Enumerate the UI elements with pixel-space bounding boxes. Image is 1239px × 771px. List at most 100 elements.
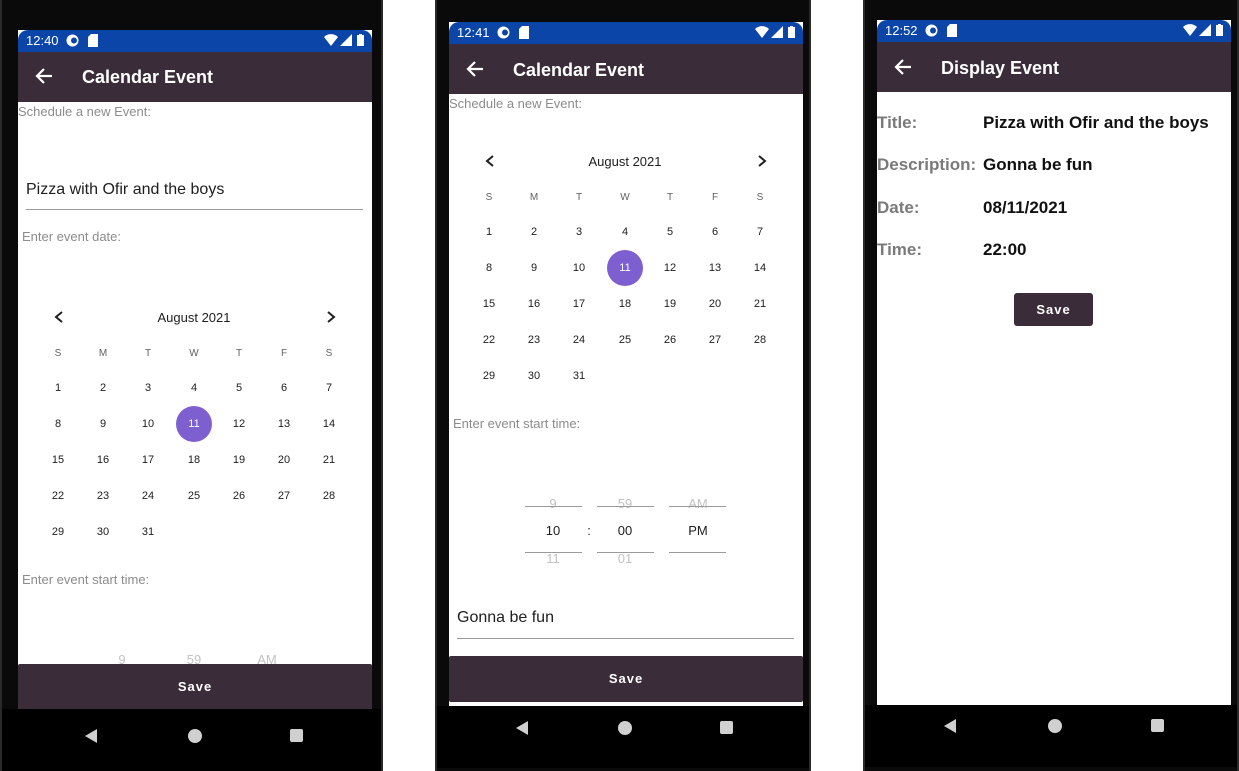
ampm-line-bottom bbox=[669, 552, 726, 553]
calendar-day[interactable]: 21 bbox=[311, 442, 347, 478]
calendar-day[interactable]: 9 bbox=[85, 406, 121, 442]
phone-2: 12:41 Calendar Event Schedule a new Even… bbox=[435, 0, 811, 771]
calendar-day[interactable]: 17 bbox=[561, 286, 597, 322]
nav-back-icon[interactable] bbox=[944, 719, 956, 733]
calendar-day[interactable]: 30 bbox=[85, 514, 121, 550]
calendar-day[interactable]: 20 bbox=[697, 286, 733, 322]
calendar-day[interactable]: 7 bbox=[742, 214, 778, 250]
back-arrow-icon[interactable] bbox=[465, 59, 487, 81]
calendar-day[interactable]: 22 bbox=[40, 478, 76, 514]
calendar-event-screen-1: 12:40 Calendar Event Schedule a new Even… bbox=[18, 30, 372, 715]
weekday-header: S bbox=[54, 348, 62, 359]
nav-back-icon[interactable] bbox=[516, 721, 528, 735]
calendar-day[interactable]: 25 bbox=[607, 322, 643, 358]
nav-home-icon[interactable] bbox=[1048, 719, 1062, 733]
nav-recent-icon[interactable] bbox=[720, 721, 733, 734]
minute-current[interactable]: 00 bbox=[600, 523, 650, 538]
calendar-day[interactable]: 13 bbox=[266, 406, 302, 442]
calendar-day[interactable]: 22 bbox=[471, 322, 507, 358]
calendar-day[interactable]: 14 bbox=[742, 250, 778, 286]
calendar-day[interactable]: 25 bbox=[176, 478, 212, 514]
calendar-day[interactable]: 23 bbox=[85, 478, 121, 514]
calendar-day[interactable]: 12 bbox=[221, 406, 257, 442]
calendar-day[interactable]: 3 bbox=[561, 214, 597, 250]
start-time-label: Enter event start time: bbox=[22, 572, 150, 587]
calendar-day[interactable]: 30 bbox=[516, 358, 552, 394]
calendar-day[interactable]: 5 bbox=[652, 214, 688, 250]
weekday-header: W bbox=[189, 348, 199, 359]
nav-back-icon[interactable] bbox=[85, 729, 97, 743]
nav-home-icon[interactable] bbox=[188, 729, 202, 743]
calendar-day[interactable]: 26 bbox=[652, 322, 688, 358]
event-title-input[interactable]: Pizza with Ofir and the boys bbox=[26, 181, 224, 199]
calendar-day[interactable]: 2 bbox=[85, 370, 121, 406]
calendar-day[interactable]: 5 bbox=[221, 370, 257, 406]
next-month-icon[interactable] bbox=[755, 154, 769, 168]
calendar-day[interactable]: 23 bbox=[516, 322, 552, 358]
calendar-day[interactable]: 29 bbox=[40, 514, 76, 550]
calendar-day[interactable]: 19 bbox=[221, 442, 257, 478]
calendar-day[interactable]: 27 bbox=[266, 478, 302, 514]
calendar-day[interactable]: 26 bbox=[221, 478, 257, 514]
calendar-day[interactable]: 27 bbox=[697, 322, 733, 358]
calendar-day[interactable]: 18 bbox=[607, 286, 643, 322]
calendar-day[interactable]: 16 bbox=[516, 286, 552, 322]
hour-prev[interactable]: 9 bbox=[528, 496, 578, 511]
minute-next[interactable]: 01 bbox=[600, 551, 650, 566]
calendar-day[interactable]: 1 bbox=[471, 214, 507, 250]
calendar-day[interactable]: 2 bbox=[516, 214, 552, 250]
calendar-day[interactable]: 28 bbox=[311, 478, 347, 514]
save-button[interactable]: Save bbox=[449, 656, 803, 702]
nav-bar bbox=[437, 706, 809, 768]
prev-month-icon[interactable] bbox=[483, 154, 497, 168]
calendar-day[interactable]: 8 bbox=[471, 250, 507, 286]
next-month-icon[interactable] bbox=[324, 310, 338, 324]
sd-card-icon bbox=[88, 34, 98, 50]
calendar-day[interactable]: 28 bbox=[742, 322, 778, 358]
weekday-header: M bbox=[529, 192, 539, 203]
calendar-day[interactable]: 9 bbox=[516, 250, 552, 286]
calendar-day-selected[interactable]: 11 bbox=[607, 250, 643, 286]
calendar-day[interactable]: 7 bbox=[311, 370, 347, 406]
calendar-day[interactable]: 6 bbox=[266, 370, 302, 406]
minute-prev[interactable]: 59 bbox=[600, 496, 650, 511]
nav-recent-icon[interactable] bbox=[290, 729, 303, 742]
calendar-day-selected[interactable]: 11 bbox=[176, 406, 212, 442]
calendar-day[interactable]: 15 bbox=[40, 442, 76, 478]
calendar-day[interactable]: 21 bbox=[742, 286, 778, 322]
calendar-day[interactable]: 10 bbox=[130, 406, 166, 442]
calendar-day[interactable]: 31 bbox=[130, 514, 166, 550]
calendar-day[interactable]: 18 bbox=[176, 442, 212, 478]
nav-recent-icon[interactable] bbox=[1151, 719, 1164, 732]
calendar-day[interactable]: 6 bbox=[697, 214, 733, 250]
back-arrow-icon[interactable] bbox=[893, 57, 915, 79]
calendar-day[interactable]: 31 bbox=[561, 358, 597, 394]
back-arrow-icon[interactable] bbox=[34, 66, 56, 88]
calendar-day[interactable]: 24 bbox=[561, 322, 597, 358]
hour-next[interactable]: 11 bbox=[528, 551, 578, 566]
calendar-day[interactable]: 1 bbox=[40, 370, 76, 406]
calendar-day[interactable]: 24 bbox=[130, 478, 166, 514]
calendar-day[interactable]: 4 bbox=[176, 370, 212, 406]
calendar-day[interactable]: 10 bbox=[561, 250, 597, 286]
ampm-current[interactable]: PM bbox=[673, 523, 723, 538]
calendar-day[interactable]: 12 bbox=[652, 250, 688, 286]
calendar-day[interactable]: 29 bbox=[471, 358, 507, 394]
calendar-day[interactable]: 17 bbox=[130, 442, 166, 478]
save-button[interactable]: Save bbox=[18, 664, 372, 710]
calendar-day[interactable]: 19 bbox=[652, 286, 688, 322]
event-description-input[interactable]: Gonna be fun bbox=[457, 609, 554, 627]
calendar-day[interactable]: 15 bbox=[471, 286, 507, 322]
calendar-day[interactable]: 16 bbox=[85, 442, 121, 478]
calendar-day[interactable]: 20 bbox=[266, 442, 302, 478]
calendar-day[interactable]: 3 bbox=[130, 370, 166, 406]
calendar-day[interactable]: 14 bbox=[311, 406, 347, 442]
prev-month-icon[interactable] bbox=[52, 310, 66, 324]
calendar-day[interactable]: 4 bbox=[607, 214, 643, 250]
ampm-prev[interactable]: AM bbox=[673, 496, 723, 511]
save-button[interactable]: Save bbox=[1014, 293, 1093, 326]
nav-home-icon[interactable] bbox=[618, 721, 632, 735]
calendar-day[interactable]: 13 bbox=[697, 250, 733, 286]
weekday-header: T bbox=[144, 348, 152, 359]
calendar-day[interactable]: 8 bbox=[40, 406, 76, 442]
